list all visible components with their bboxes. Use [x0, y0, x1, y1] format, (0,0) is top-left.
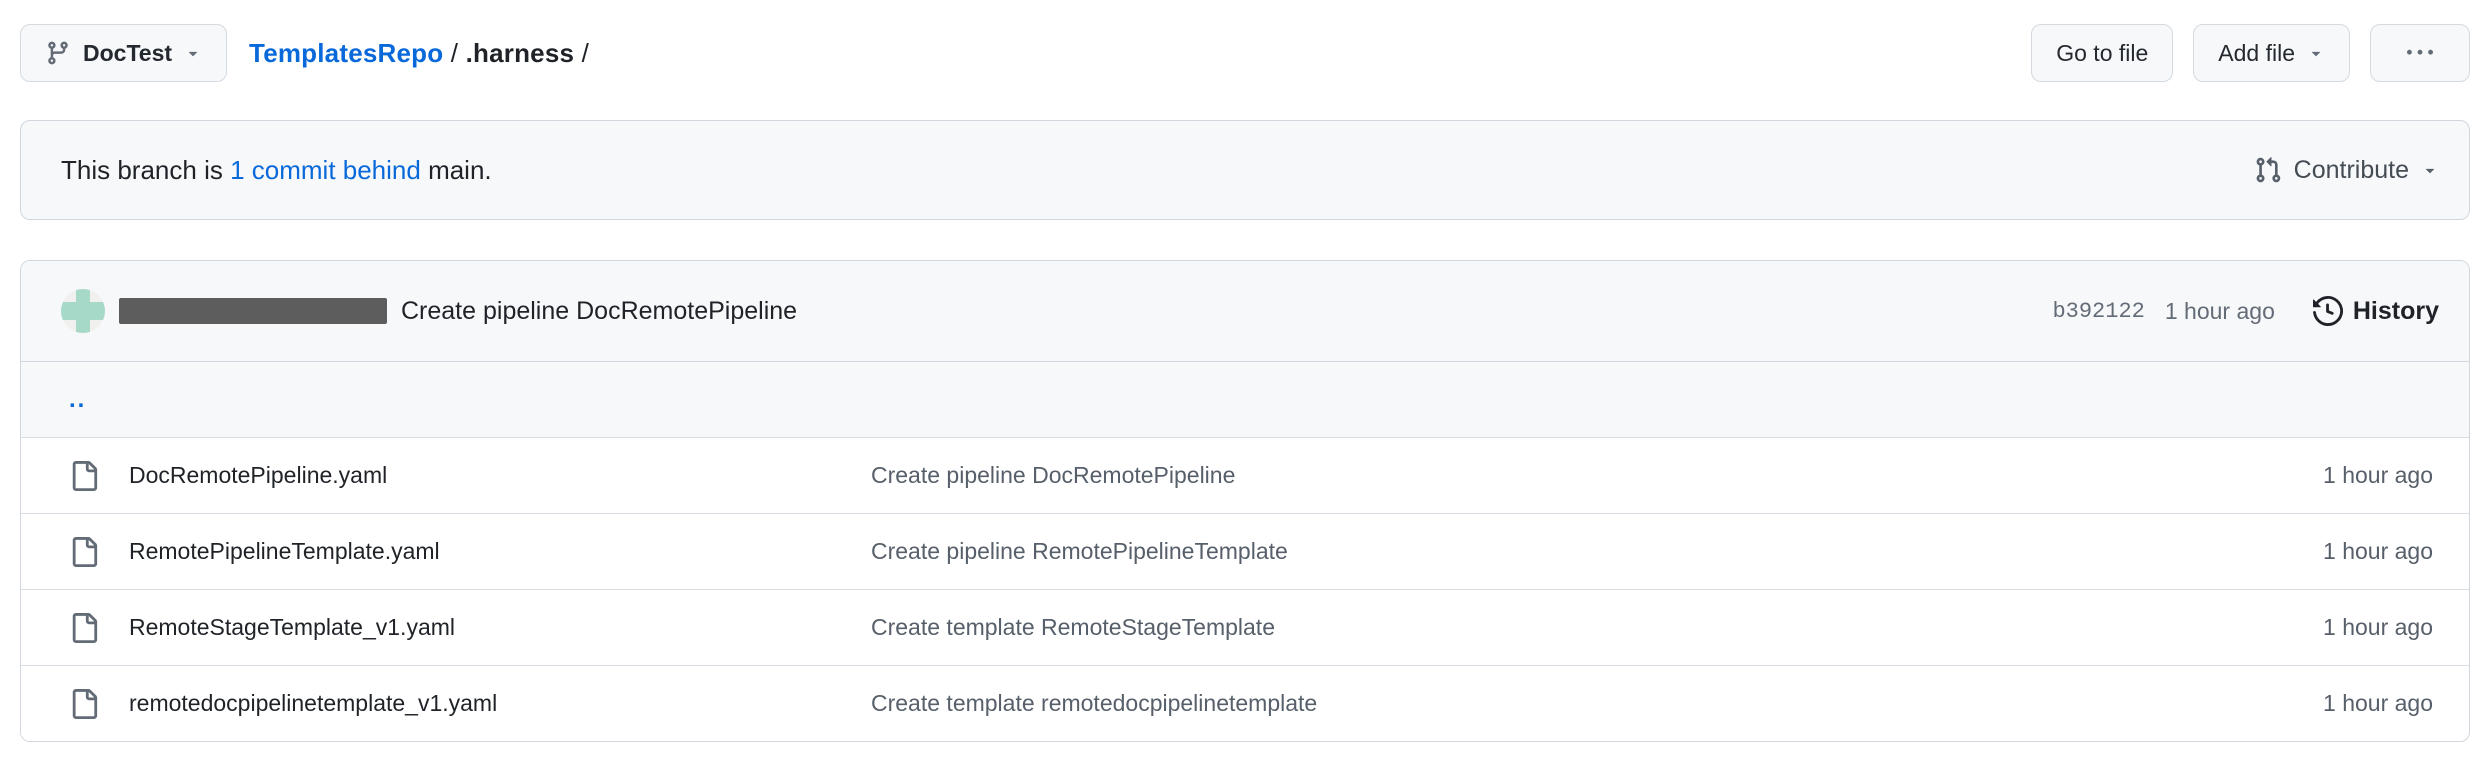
- table-row: RemoteStageTemplate_v1.yaml Create templ…: [21, 589, 2469, 665]
- table-row: remotedocpipelinetemplate_v1.yaml Create…: [21, 665, 2469, 741]
- commit-author-avatar[interactable]: [61, 289, 105, 333]
- git-pull-request-icon: [2254, 156, 2282, 184]
- repo-header-actions: Go to file Add file: [2031, 24, 2470, 82]
- breadcrumb-repo-link[interactable]: TemplatesRepo: [249, 38, 443, 68]
- latest-commit-message[interactable]: Create pipeline DocRemotePipeline: [401, 297, 797, 326]
- latest-commit-meta: b392122 1 hour ago History: [2052, 296, 2439, 326]
- file-age: 1 hour ago: [2323, 462, 2433, 489]
- file-commit-message-link[interactable]: Create template RemoteStageTemplate: [871, 614, 2323, 641]
- contribute-button[interactable]: Contribute: [2254, 156, 2439, 185]
- file-icon: [69, 689, 99, 719]
- history-label: History: [2353, 297, 2439, 326]
- breadcrumb-separator: /: [443, 38, 465, 68]
- repo-header-left: DocTest TemplatesRepo / .harness /: [20, 24, 589, 82]
- add-file-label: Add file: [2218, 40, 2295, 67]
- table-row: DocRemotePipeline.yaml Create pipeline D…: [21, 437, 2469, 513]
- latest-commit-header: Create pipeline DocRemotePipeline b39212…: [21, 261, 2469, 361]
- contribute-label: Contribute: [2294, 156, 2409, 185]
- commit-author-name-redacted[interactable]: [119, 298, 387, 324]
- file-name-link[interactable]: RemoteStageTemplate_v1.yaml: [129, 614, 455, 641]
- branch-status-banner: This branch is 1 commit behind main. Con…: [20, 120, 2470, 220]
- file-icon: [69, 461, 99, 491]
- chevron-down-icon: [2421, 161, 2439, 179]
- history-icon: [2313, 296, 2343, 326]
- chevron-down-icon: [184, 44, 202, 62]
- branch-selector-button[interactable]: DocTest: [20, 24, 227, 82]
- branch-name: DocTest: [83, 40, 172, 67]
- history-link[interactable]: History: [2313, 296, 2439, 326]
- add-file-button[interactable]: Add file: [2193, 24, 2350, 82]
- chevron-down-icon: [2307, 44, 2325, 62]
- parent-directory-row: ..: [21, 361, 2469, 437]
- file-age: 1 hour ago: [2323, 538, 2433, 565]
- branch-status-text: This branch is 1 commit behind main.: [61, 155, 492, 186]
- table-row: RemotePipelineTemplate.yaml Create pipel…: [21, 513, 2469, 589]
- file-name-cell: RemoteStageTemplate_v1.yaml: [69, 613, 871, 643]
- file-icon: [69, 613, 99, 643]
- file-icon: [69, 537, 99, 567]
- branch-status-prefix: This branch is: [61, 155, 230, 185]
- file-commit-message-link[interactable]: Create template remotedocpipelinetemplat…: [871, 690, 2323, 717]
- go-to-file-label: Go to file: [2056, 40, 2148, 67]
- file-name-cell: RemotePipelineTemplate.yaml: [69, 537, 871, 567]
- commit-hash-link[interactable]: b392122: [2052, 299, 2144, 324]
- avatar-plus-icon: [61, 302, 105, 320]
- commit-timestamp: 1 hour ago: [2165, 298, 2275, 325]
- file-commit-message-link[interactable]: Create pipeline RemotePipelineTemplate: [871, 538, 2323, 565]
- parent-directory-link[interactable]: ..: [69, 386, 86, 414]
- file-age: 1 hour ago: [2323, 614, 2433, 641]
- file-name-cell: remotedocpipelinetemplate_v1.yaml: [69, 689, 871, 719]
- kebab-horizontal-icon: [2407, 40, 2433, 66]
- repo-overflow-menu-button[interactable]: [2370, 24, 2470, 82]
- file-list-container: Create pipeline DocRemotePipeline b39212…: [20, 260, 2470, 742]
- breadcrumb-current-path: .harness: [466, 38, 575, 68]
- go-to-file-button[interactable]: Go to file: [2031, 24, 2173, 82]
- file-name-link[interactable]: remotedocpipelinetemplate_v1.yaml: [129, 690, 497, 717]
- file-name-link[interactable]: DocRemotePipeline.yaml: [129, 462, 387, 489]
- breadcrumb-trailing-slash: /: [574, 38, 589, 68]
- repo-header: DocTest TemplatesRepo / .harness / Go to…: [20, 24, 2470, 82]
- file-name-cell: DocRemotePipeline.yaml: [69, 461, 871, 491]
- commits-behind-link[interactable]: 1 commit behind: [230, 155, 421, 185]
- branch-status-suffix: main.: [421, 155, 492, 185]
- file-age: 1 hour ago: [2323, 690, 2433, 717]
- breadcrumb: TemplatesRepo / .harness /: [249, 38, 589, 69]
- file-commit-message-link[interactable]: Create pipeline DocRemotePipeline: [871, 462, 2323, 489]
- repo-file-browser: DocTest TemplatesRepo / .harness / Go to…: [0, 0, 2490, 742]
- git-branch-icon: [45, 40, 71, 66]
- file-name-link[interactable]: RemotePipelineTemplate.yaml: [129, 538, 440, 565]
